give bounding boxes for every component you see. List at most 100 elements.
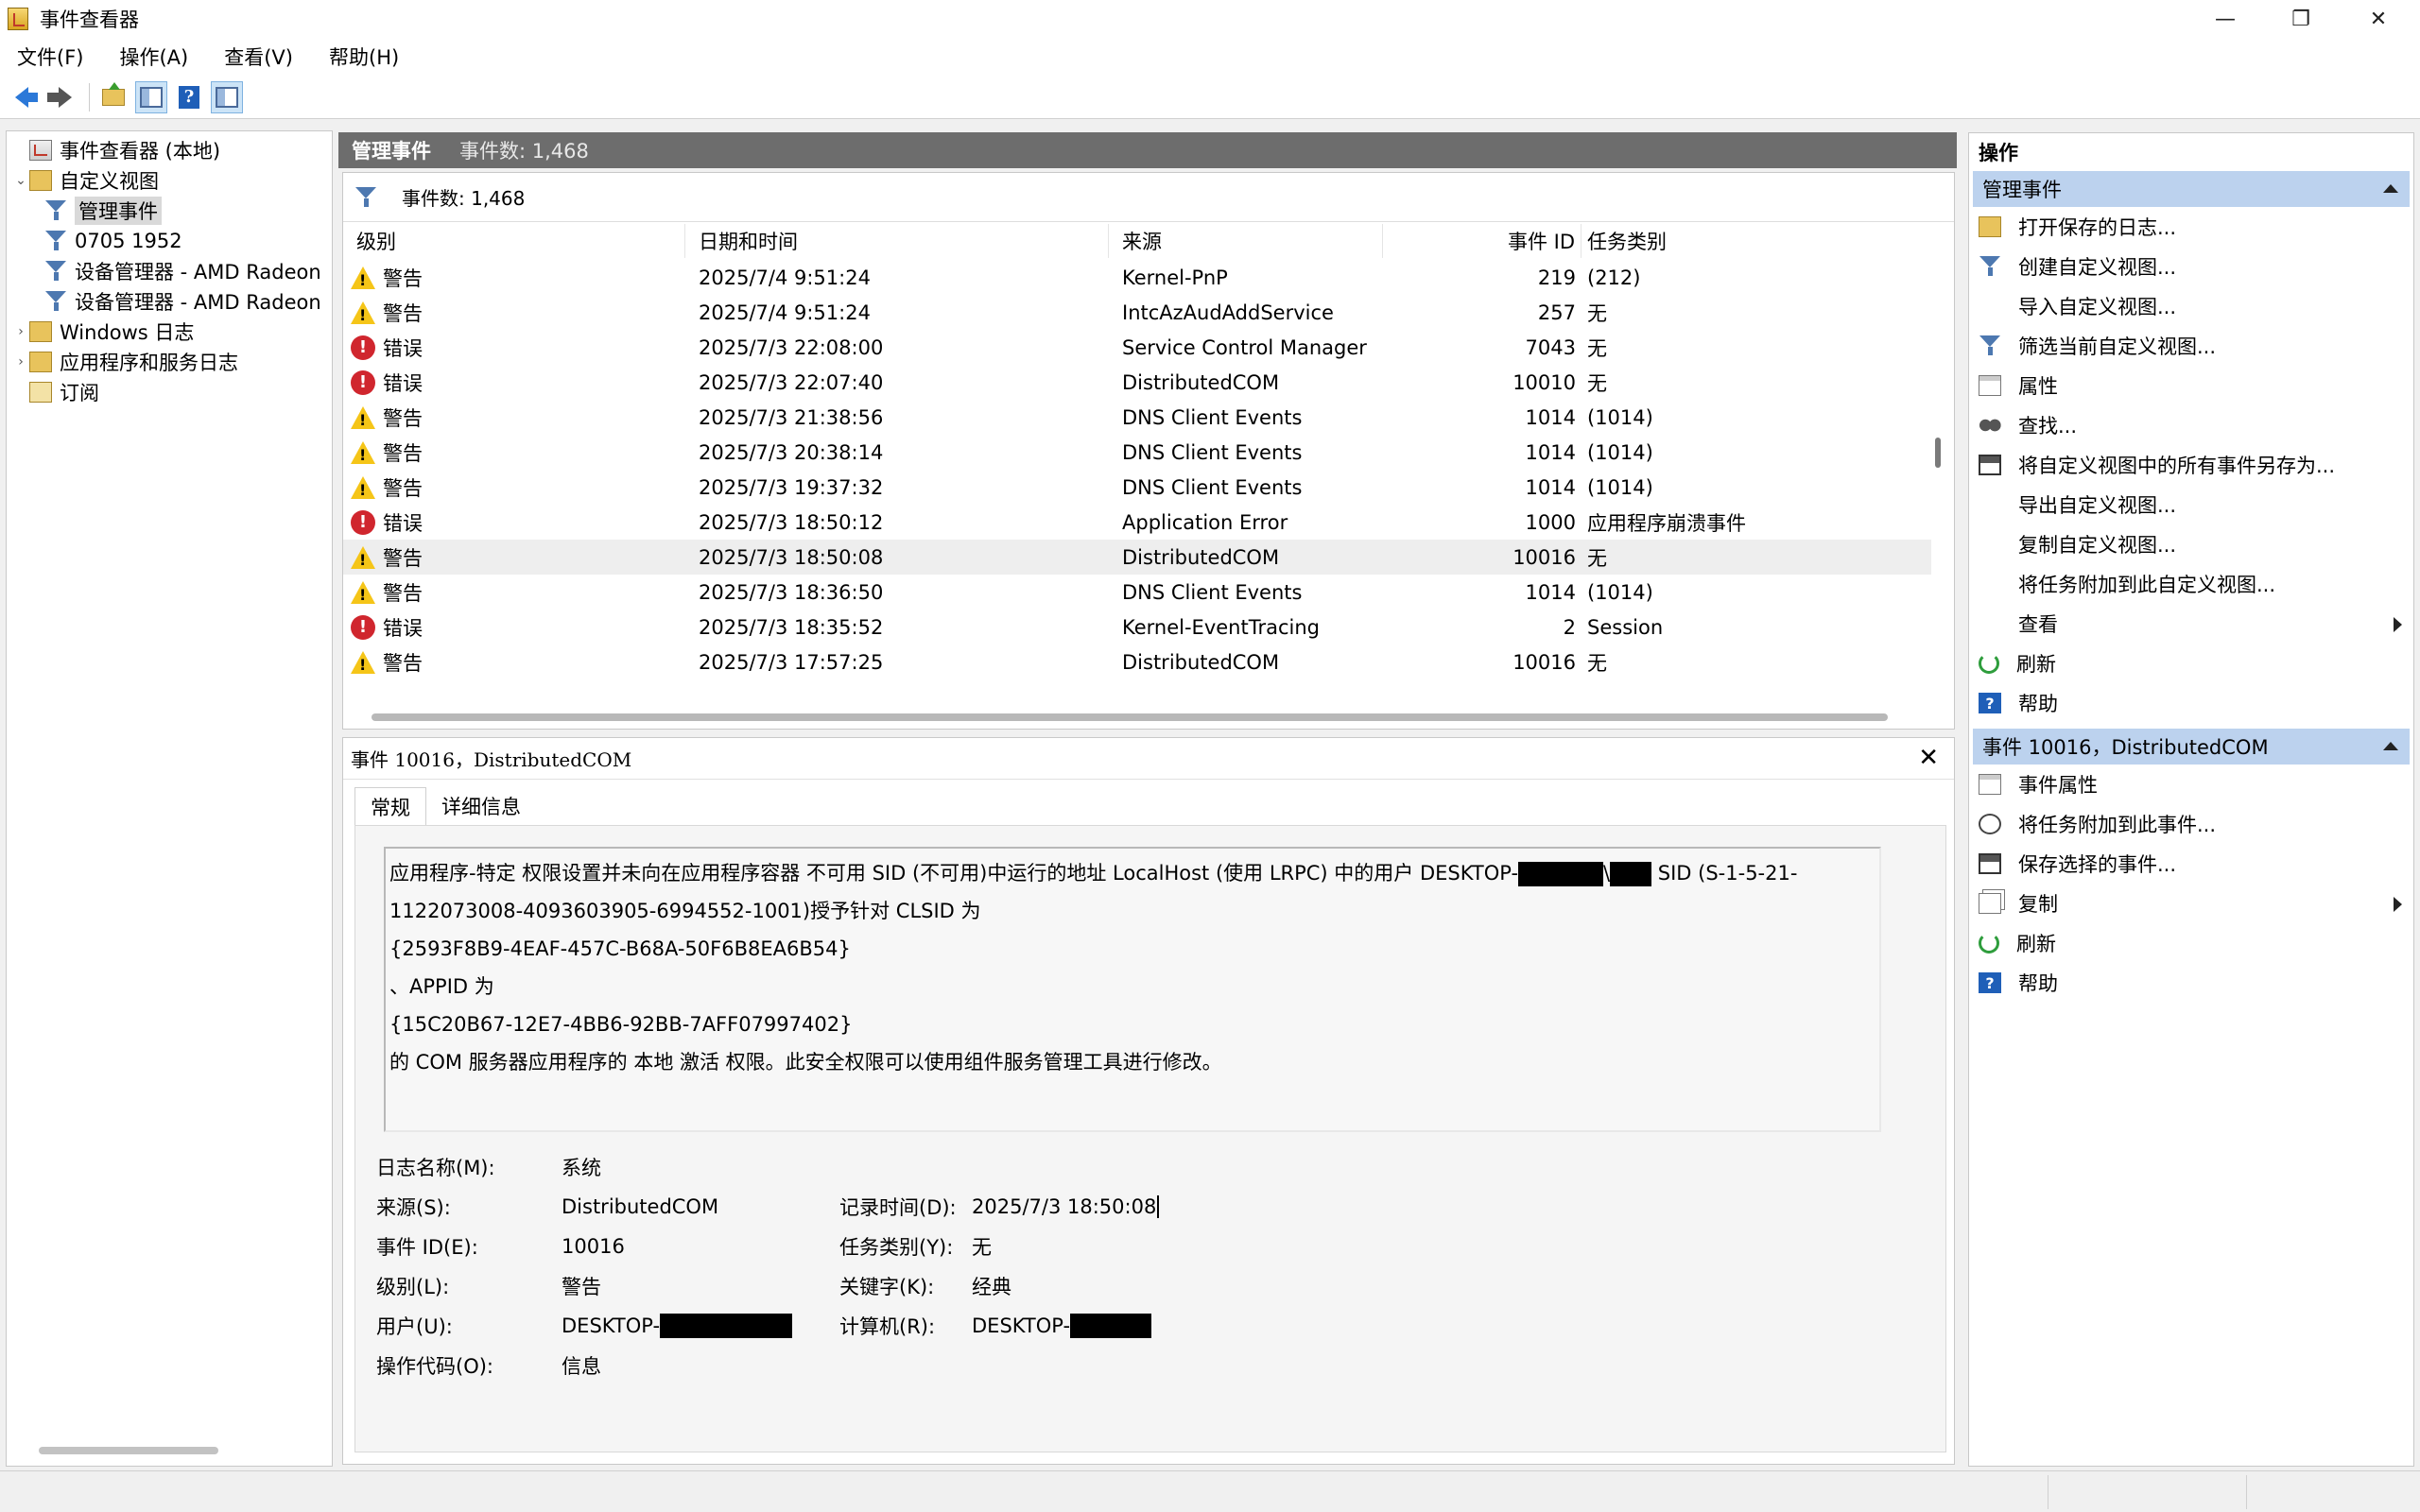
event-description[interactable]: 应用程序-特定 权限设置并未向在应用程序容器 不可用 SID (不可用)中运行的…: [384, 847, 1881, 1132]
show-hide-tree-button[interactable]: [135, 80, 167, 113]
action-refresh[interactable]: 刷新: [1969, 644, 2413, 683]
tree-item-admin-events[interactable]: 管理事件: [7, 196, 332, 226]
description-text: \: [1603, 862, 1611, 885]
minimize-button[interactable]: —: [2187, 0, 2263, 38]
action-copy[interactable]: 复制: [1969, 884, 2413, 923]
prop-source-value[interactable]: DistributedCOM: [562, 1187, 718, 1227]
prop-log-name-value[interactable]: 系统: [562, 1147, 601, 1187]
help-icon: ?: [179, 85, 199, 109]
action-export-custom-view[interactable]: 导出自定义视图...: [1969, 485, 2413, 524]
action-filter-custom-view[interactable]: 筛选当前自定义视图...: [1969, 326, 2413, 366]
event-row[interactable]: ! 错误 2025/7/3 22:08:00 Service Control Mana…: [343, 330, 1931, 365]
prop-task-value[interactable]: 无: [972, 1227, 992, 1266]
column-header-event-id[interactable]: 事件 ID: [1383, 224, 1582, 258]
event-task-category: 无: [1587, 651, 1607, 675]
action-save-selected-events[interactable]: 保存选择的事件...: [1969, 844, 2413, 884]
event-row[interactable]: 警告 2025/7/3 18:50:08 DistributedCOM 10016 无: [343, 540, 1931, 575]
forward-button[interactable]: [43, 81, 76, 113]
column-header-task-category[interactable]: 任务类别: [1582, 224, 1931, 258]
event-row[interactable]: ! 错误 2025/7/3 18:50:12 Application Error 100…: [343, 505, 1931, 540]
column-header-source[interactable]: 来源: [1109, 224, 1383, 258]
tab-general[interactable]: 常规: [354, 787, 426, 825]
actions-section-admin-events[interactable]: 管理事件: [1973, 171, 2410, 207]
action-attach-task-custom-view[interactable]: 将任务附加到此自定义视图...: [1969, 564, 2413, 604]
navigation-tree: 事件查看器 (本地) ⌄ 自定义视图 管理事件 0705 1952 设备管理器 …: [6, 130, 333, 1467]
tree-item-label: 管理事件: [75, 197, 162, 225]
tree-item-device-manager-2[interactable]: 设备管理器 - AMD Radeon: [7, 286, 332, 317]
help-button[interactable]: ?: [173, 81, 205, 113]
back-button[interactable]: [6, 81, 38, 113]
column-header-datetime[interactable]: 日期和时间: [685, 224, 1109, 258]
collapse-triangle-icon[interactable]: [2383, 742, 2398, 750]
tree-item-device-manager-1[interactable]: 设备管理器 - AMD Radeon: [7, 256, 332, 286]
warning-icon: [351, 545, 375, 569]
prop-computer-value[interactable]: DESKTOP-: [972, 1306, 1152, 1346]
menu-file[interactable]: 文件(F): [8, 43, 93, 71]
tree-item-windows-logs[interactable]: › Windows 日志: [7, 317, 332, 347]
menu-help[interactable]: 帮助(H): [320, 43, 408, 71]
event-list-horizontal-scrollbar[interactable]: [372, 713, 1888, 721]
tree-item-root[interactable]: 事件查看器 (本地): [7, 135, 332, 165]
tree-item-subscriptions[interactable]: 订阅: [7, 377, 332, 407]
tree-item-app-service-logs[interactable]: › 应用程序和服务日志: [7, 347, 332, 377]
event-level: 错误: [383, 511, 423, 535]
action-open-saved-log[interactable]: 打开保存的日志...: [1969, 207, 2413, 247]
event-id: 10016: [1512, 650, 1576, 674]
menu-view[interactable]: 查看(V): [215, 43, 302, 71]
copy-icon: [1979, 893, 2001, 914]
event-level: 警告: [383, 581, 423, 605]
action-refresh-event[interactable]: 刷新: [1969, 923, 2413, 963]
action-help[interactable]: ? 帮助: [1969, 683, 2413, 723]
action-create-custom-view[interactable]: 创建自定义视图...: [1969, 247, 2413, 286]
event-row[interactable]: ! 错误 2025/7/3 18:35:52 Kernel-EventTracing 2…: [343, 610, 1931, 644]
tree-item-custom-views[interactable]: ⌄ 自定义视图: [7, 165, 332, 196]
event-row[interactable]: ! 错误 2025/7/3 22:07:40 DistributedCOM 10010 无: [343, 365, 1931, 400]
event-row[interactable]: 警告 2025/7/4 9:51:24 IntcAzAudAddService 257…: [343, 295, 1931, 330]
prop-opcode-value[interactable]: 信息: [562, 1346, 601, 1385]
prop-keywords-value[interactable]: 经典: [972, 1266, 1011, 1306]
status-bar: [0, 1470, 2420, 1512]
event-row[interactable]: 警告 2025/7/3 18:36:50 DNS Client Events 1014…: [343, 575, 1931, 610]
expand-chevron-icon[interactable]: ›: [12, 354, 29, 369]
action-view[interactable]: 查看: [1969, 604, 2413, 644]
prop-logged-value[interactable]: 2025/7/3 18:50:08: [972, 1187, 1160, 1227]
event-row[interactable]: 警告 2025/7/3 21:38:56 DNS Client Events 1014…: [343, 400, 1931, 435]
event-count-label: 事件数: 1,468: [459, 140, 589, 163]
tree-item-view-0705[interactable]: 0705 1952: [7, 226, 332, 256]
collapse-chevron-icon[interactable]: ⌄: [12, 173, 29, 188]
action-find[interactable]: 查找...: [1969, 405, 2413, 445]
close-button[interactable]: ✕: [2341, 0, 2416, 38]
expand-chevron-icon[interactable]: ›: [12, 324, 29, 339]
action-help-event[interactable]: ? 帮助: [1969, 963, 2413, 1003]
event-row[interactable]: 警告 2025/7/4 9:51:24 Kernel-PnP 219 (212): [343, 260, 1931, 295]
tab-details[interactable]: 详细信息: [426, 787, 536, 825]
event-row[interactable]: 警告 2025/7/3 20:38:14 DNS Client Events 1014…: [343, 435, 1931, 470]
prop-level-value[interactable]: 警告: [562, 1266, 601, 1306]
column-header-level[interactable]: 级别: [343, 224, 685, 258]
event-row[interactable]: 警告 2025/7/3 17:54:41 Kernel-EventTracing1 L…: [343, 679, 1931, 685]
event-row[interactable]: 警告 2025/7/3 17:57:25 DistributedCOM 10016 无: [343, 644, 1931, 679]
toolbar-separator: [89, 82, 90, 112]
actions-section-event[interactable]: 事件 10016，DistributedCOM: [1973, 729, 2410, 765]
event-task-category: (1014): [1587, 580, 1653, 604]
event-list-vertical-scrollbar[interactable]: [1935, 438, 1941, 468]
tree-horizontal-scrollbar[interactable]: [39, 1447, 218, 1454]
action-copy-custom-view[interactable]: 复制自定义视图...: [1969, 524, 2413, 564]
action-event-properties[interactable]: 事件属性: [1969, 765, 2413, 804]
event-row[interactable]: 警告 2025/7/3 19:37:32 DNS Client Events 1014…: [343, 470, 1931, 505]
menu-action[interactable]: 操作(A): [110, 43, 198, 71]
collapse-triangle-icon[interactable]: [2383, 184, 2398, 193]
event-list-pane: 事件数: 1,468 级别 日期和时间 来源 事件 ID 任务类别 警告 2025…: [342, 172, 1955, 730]
up-level-button[interactable]: [97, 81, 130, 113]
event-id: 1000: [1525, 510, 1576, 534]
show-hide-action-pane-button[interactable]: [211, 80, 243, 113]
close-detail-button[interactable]: ✕: [1918, 744, 1939, 772]
prop-event-id-value[interactable]: 10016: [562, 1227, 625, 1266]
maximize-button[interactable]: ❐: [2263, 0, 2339, 38]
action-save-all-events[interactable]: 将自定义视图中的所有事件另存为...: [1969, 445, 2413, 485]
action-attach-task-event[interactable]: 将任务附加到此事件...: [1969, 804, 2413, 844]
action-import-custom-view[interactable]: 导入自定义视图...: [1969, 286, 2413, 326]
action-properties[interactable]: 属性: [1969, 366, 2413, 405]
event-task-category: (1014): [1587, 405, 1653, 429]
prop-user-value[interactable]: DESKTOP-: [562, 1306, 793, 1346]
